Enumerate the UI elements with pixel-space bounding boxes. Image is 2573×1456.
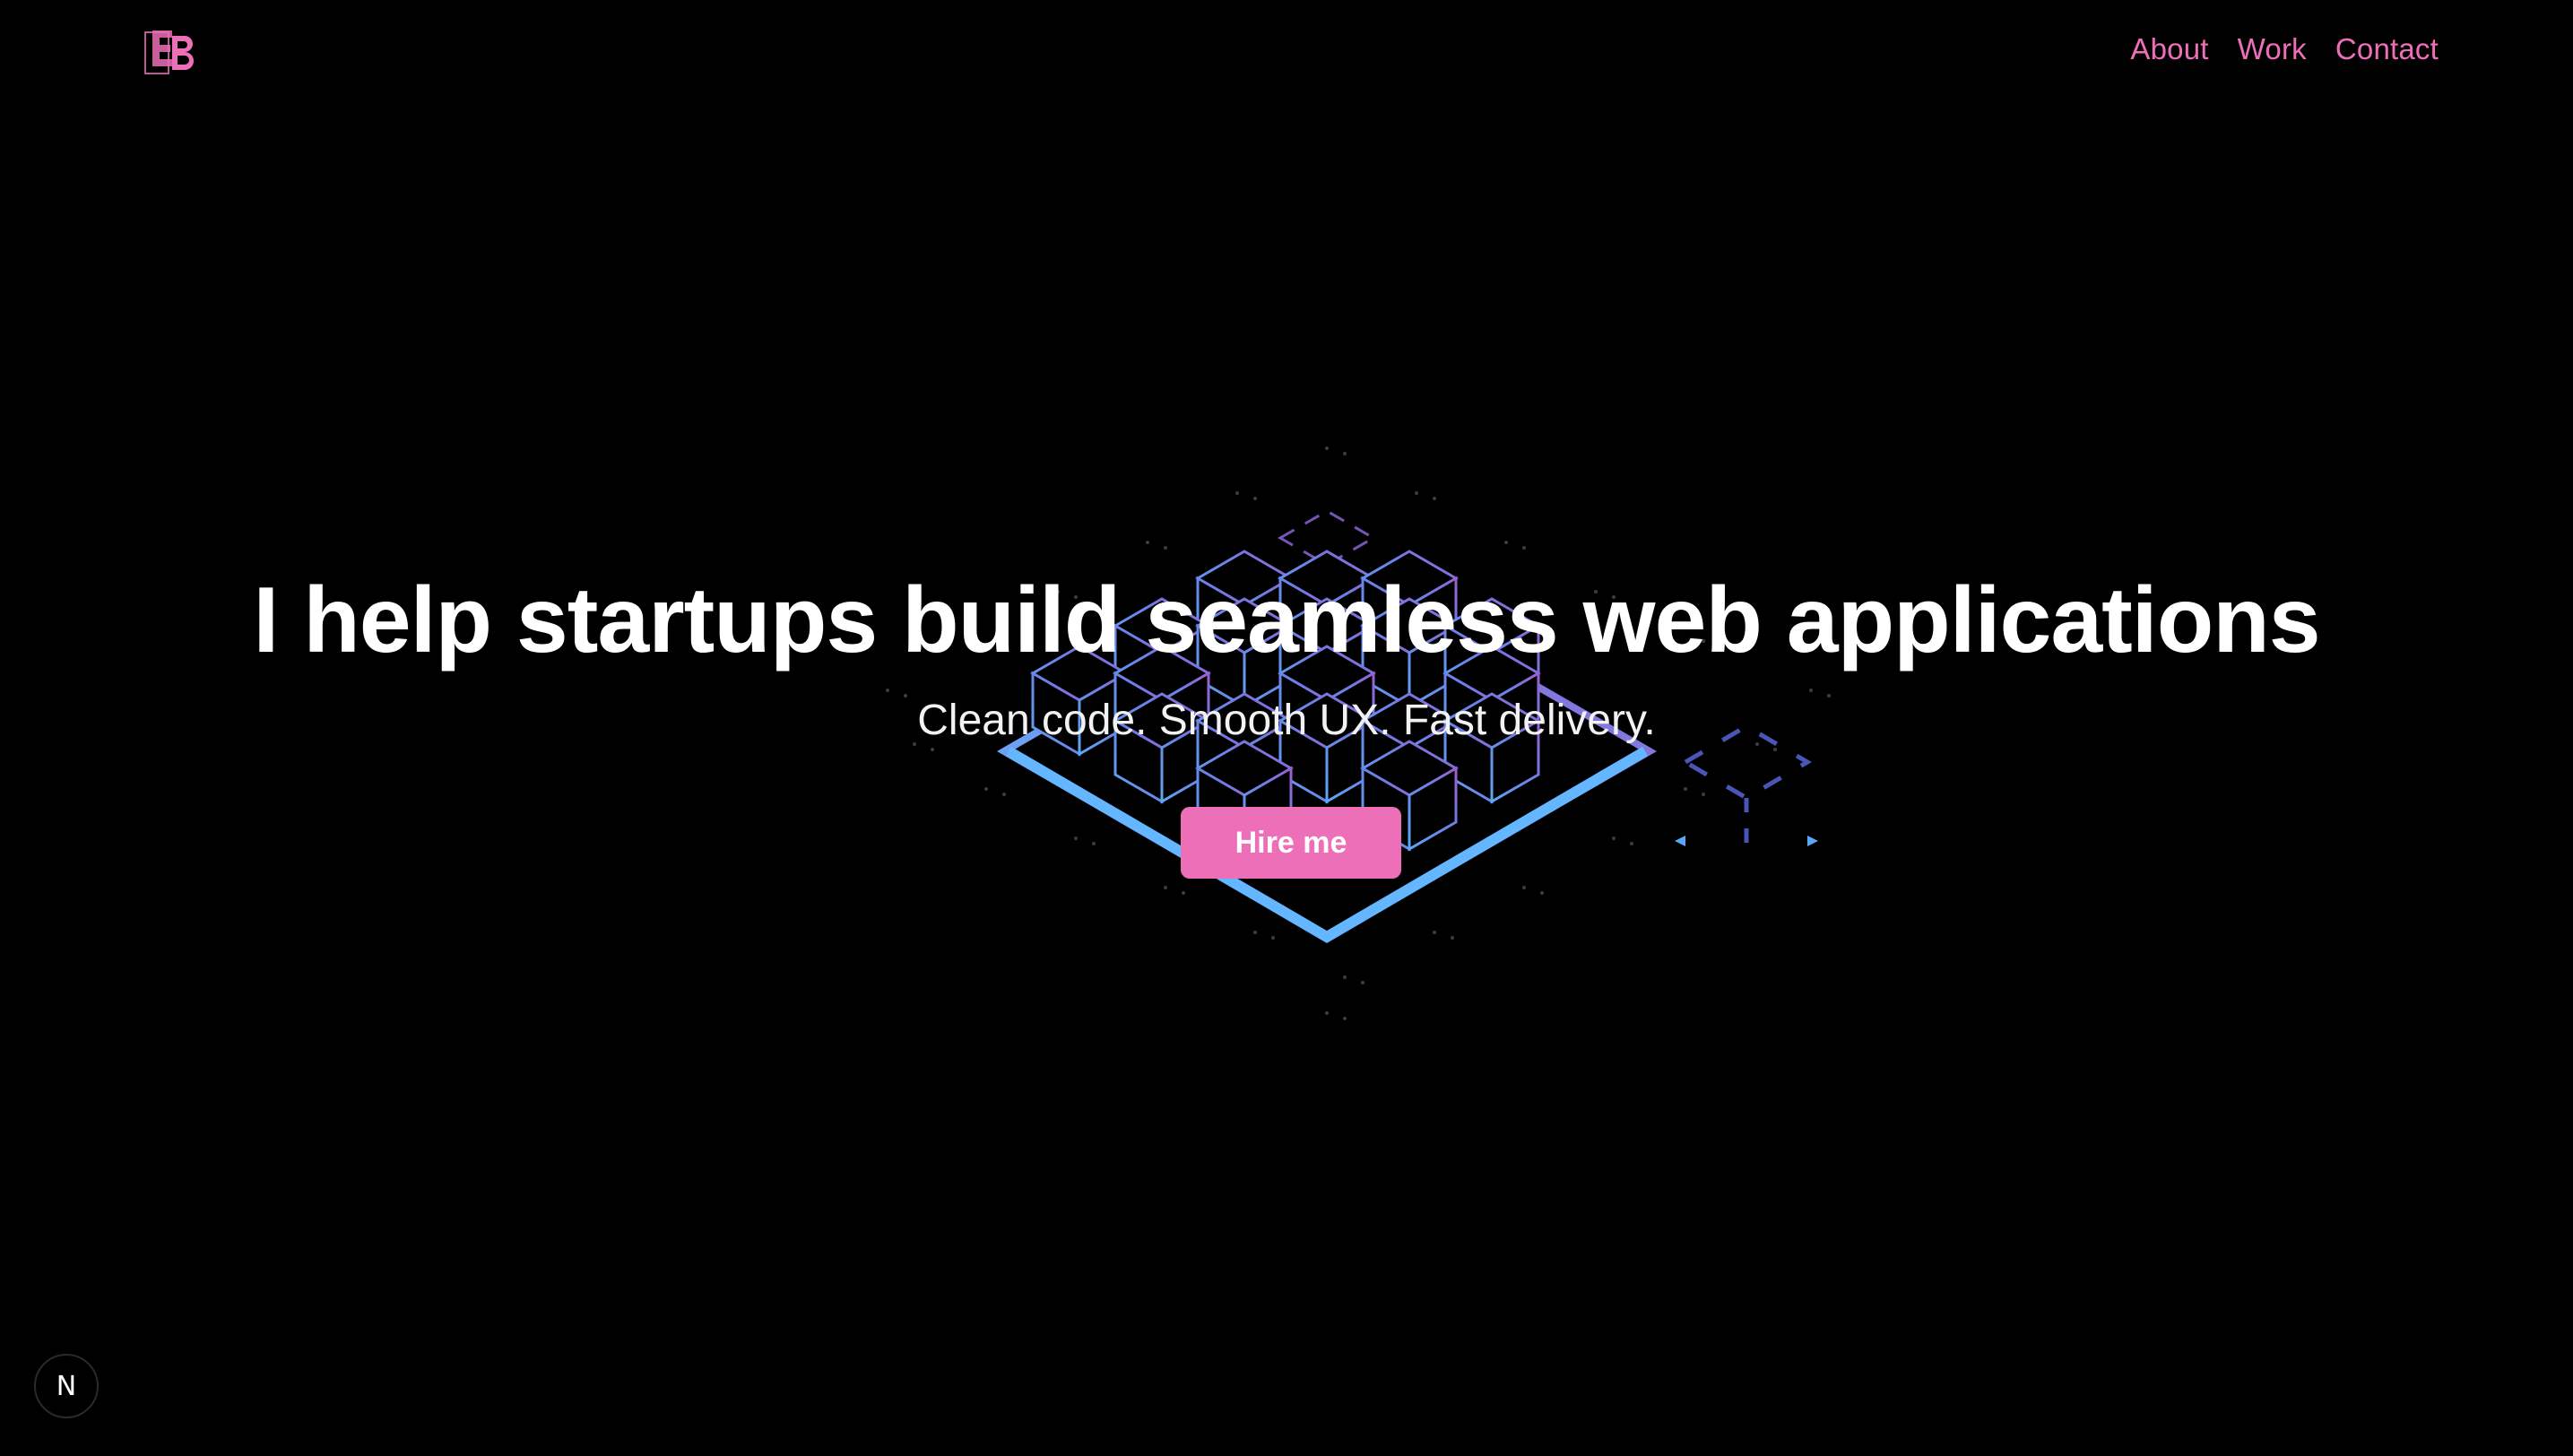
isometric-cubes-illustration bbox=[886, 446, 1831, 1020]
hire-me-button[interactable]: Hire me bbox=[1181, 807, 1401, 879]
main-nav: About Work Contact bbox=[2130, 32, 2439, 66]
page: About Work Contact I help startups build… bbox=[0, 0, 2573, 1456]
dev-indicator-label: N bbox=[56, 1370, 77, 1402]
nav-link-about[interactable]: About bbox=[2130, 32, 2208, 66]
hero-subtitle: Clean code. Smooth UX. Fast delivery. bbox=[917, 697, 1656, 744]
hero-title: I help startups build seamless web appli… bbox=[253, 568, 2320, 672]
nav-link-contact[interactable]: Contact bbox=[2335, 32, 2439, 66]
nav-link-work[interactable]: Work bbox=[2238, 32, 2307, 66]
nextjs-icon[interactable]: N bbox=[34, 1354, 99, 1418]
eb-logo-icon[interactable] bbox=[143, 27, 199, 79]
